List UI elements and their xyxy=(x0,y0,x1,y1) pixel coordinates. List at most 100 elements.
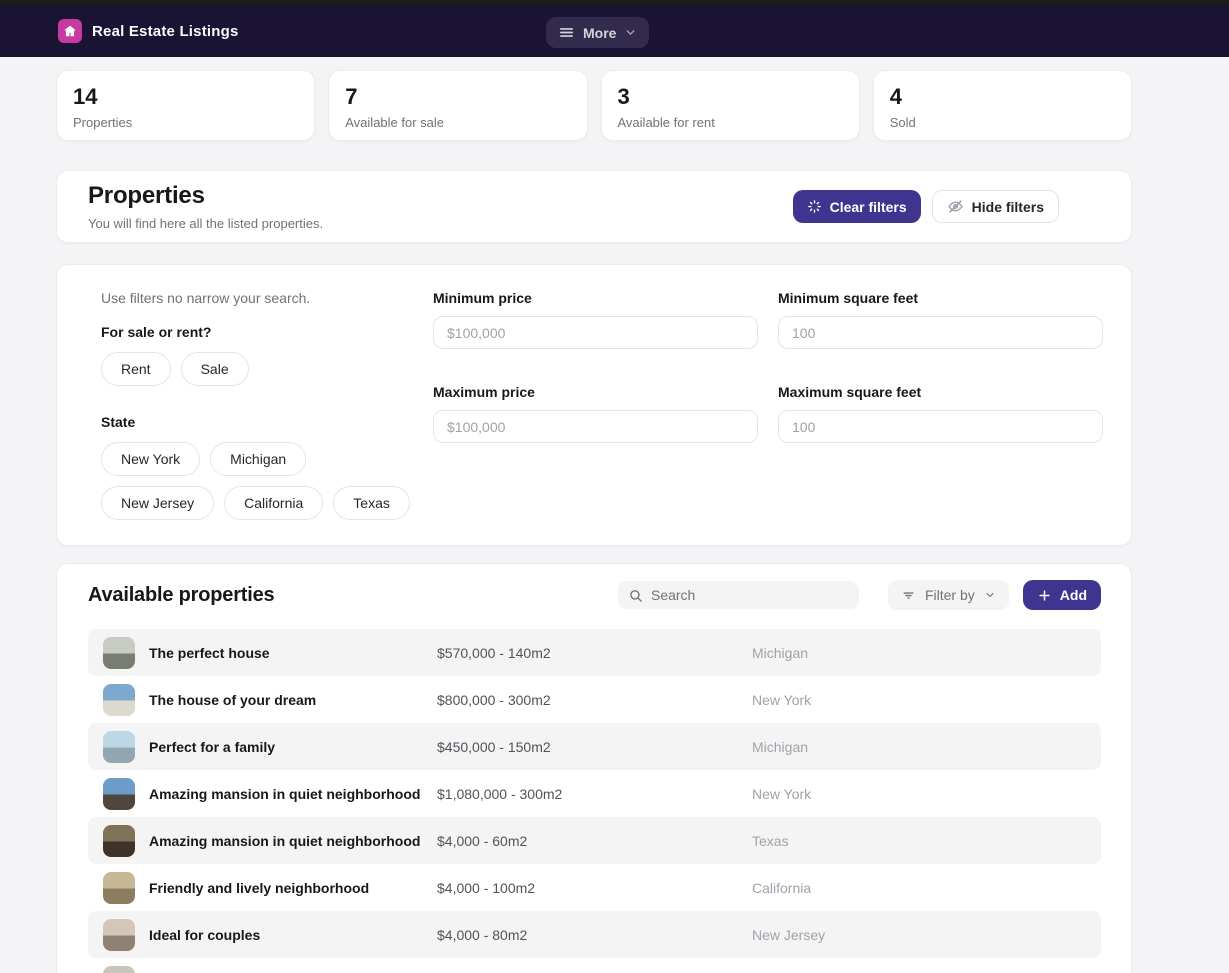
property-thumbnail xyxy=(103,825,135,857)
sale-or-rent-options: Rent Sale xyxy=(101,352,411,386)
property-thumbnail xyxy=(103,731,135,763)
filter-by-label: Filter by xyxy=(925,587,975,603)
table-row[interactable]: Friendly and lively neighborhood $4,000 … xyxy=(88,864,1101,911)
property-thumbnail xyxy=(103,872,135,904)
property-price: $4,000 - 80m2 xyxy=(437,927,752,943)
property-state: New York xyxy=(752,692,1101,708)
maximum-price-field: Maximum price xyxy=(433,384,758,443)
filter-pill-rent[interactable]: Rent xyxy=(101,352,171,386)
stat-card-sold: 4 Sold xyxy=(873,70,1132,141)
maximum-price-input[interactable] xyxy=(433,410,758,443)
property-thumbnail xyxy=(103,684,135,716)
maximum-price-label: Maximum price xyxy=(433,384,758,400)
more-button-label: More xyxy=(583,25,616,41)
minimum-sqft-label: Minimum square feet xyxy=(778,290,1103,306)
property-price: $4,000 - 60m2 xyxy=(437,833,752,849)
filter-pill-michigan[interactable]: Michigan xyxy=(210,442,306,476)
minimum-price-label: Minimum price xyxy=(433,290,758,306)
page-title: Properties xyxy=(88,182,323,210)
properties-panel: Properties You will find here all the li… xyxy=(56,170,1132,243)
filters-price-column: Minimum price Maximum price xyxy=(433,290,778,545)
filters-sqft-column: Minimum square feet Maximum square feet xyxy=(778,290,1103,545)
property-name: Amazing mansion in quiet neighborhood xyxy=(149,786,420,802)
app-logo xyxy=(58,19,82,43)
state-label: State xyxy=(101,414,433,430)
stats-row: 14 Properties 7 Available for sale 3 Ava… xyxy=(56,70,1132,141)
hamburger-menu-icon xyxy=(558,24,575,41)
filter-pill-new-york[interactable]: New York xyxy=(101,442,200,476)
chevron-down-icon xyxy=(624,26,637,39)
page-subtitle: You will find here all the listed proper… xyxy=(88,216,323,231)
table-row[interactable]: Amazing mansion in quiet neighborhood $1… xyxy=(88,770,1101,817)
property-name: Ideal for couples xyxy=(149,927,260,943)
maximum-sqft-input[interactable] xyxy=(778,410,1103,443)
app-header: Real Estate Listings More xyxy=(0,5,1229,57)
stat-value: 7 xyxy=(345,84,570,110)
filter-by-button[interactable]: Filter by xyxy=(888,580,1009,610)
stat-label: Available for rent xyxy=(618,115,843,130)
add-button-label: Add xyxy=(1060,587,1087,603)
available-properties-card: Available properties Filter by xyxy=(56,563,1132,973)
stat-label: Sold xyxy=(890,115,1115,130)
app-title: Real Estate Listings xyxy=(92,23,239,40)
maximum-sqft-label: Maximum square feet xyxy=(778,384,1103,400)
more-button[interactable]: More xyxy=(546,17,649,48)
stat-card-for-rent: 3 Available for rent xyxy=(601,70,860,141)
table-row[interactable] xyxy=(88,958,1101,973)
table-row[interactable]: The house of your dream $800,000 - 300m2… xyxy=(88,676,1101,723)
property-price: $4,000 - 100m2 xyxy=(437,880,752,896)
search-box xyxy=(618,581,859,609)
panel-actions: Clear filters Hide filters xyxy=(793,190,1059,223)
state-options: New York Michigan New Jersey California … xyxy=(101,442,411,520)
minimum-price-input[interactable] xyxy=(433,316,758,349)
property-thumbnail xyxy=(103,919,135,951)
sparkle-icon xyxy=(807,199,822,214)
available-header: Available properties Filter by xyxy=(88,580,1101,610)
table-row[interactable]: Perfect for a family $450,000 - 150m2 Mi… xyxy=(88,723,1101,770)
minimum-sqft-input[interactable] xyxy=(778,316,1103,349)
stat-label: Properties xyxy=(73,115,298,130)
house-logo-icon xyxy=(63,24,77,38)
filters-left-column: Use filters no narrow your search. For s… xyxy=(101,290,433,545)
stat-value: 4 xyxy=(890,84,1115,110)
properties-panel-text: Properties You will find here all the li… xyxy=(88,182,323,231)
filters-hint: Use filters no narrow your search. xyxy=(101,290,433,306)
property-name: Friendly and lively neighborhood xyxy=(149,880,369,896)
table-row[interactable]: Ideal for couples $4,000 - 80m2 New Jers… xyxy=(88,911,1101,958)
minimum-sqft-field: Minimum square feet xyxy=(778,290,1103,349)
hide-filters-label: Hide filters xyxy=(972,199,1044,215)
maximum-sqft-field: Maximum square feet xyxy=(778,384,1103,443)
filters-card: Use filters no narrow your search. For s… xyxy=(56,264,1132,546)
property-name: The house of your dream xyxy=(149,692,316,708)
table-row[interactable]: The perfect house $570,000 - 140m2 Michi… xyxy=(88,629,1101,676)
property-price: $1,080,000 - 300m2 xyxy=(437,786,752,802)
sale-or-rent-label: For sale or rent? xyxy=(101,324,433,340)
property-name: Amazing mansion in quiet neighborhood xyxy=(149,833,420,849)
property-thumbnail xyxy=(103,637,135,669)
table-row[interactable]: Amazing mansion in quiet neighborhood $4… xyxy=(88,817,1101,864)
stat-value: 14 xyxy=(73,84,298,110)
stat-value: 3 xyxy=(618,84,843,110)
filter-pill-texas[interactable]: Texas xyxy=(333,486,410,520)
chevron-down-icon xyxy=(984,589,996,601)
clear-filters-button[interactable]: Clear filters xyxy=(793,190,921,223)
clear-filters-label: Clear filters xyxy=(830,199,907,215)
filter-pill-new-jersey[interactable]: New Jersey xyxy=(101,486,214,520)
filter-pill-california[interactable]: California xyxy=(224,486,323,520)
search-input[interactable] xyxy=(651,587,849,603)
property-state: New York xyxy=(752,786,1101,802)
filter-pill-sale[interactable]: Sale xyxy=(181,352,249,386)
stat-label: Available for sale xyxy=(345,115,570,130)
available-title: Available properties xyxy=(88,584,274,607)
filter-lines-icon xyxy=(901,588,916,603)
property-name: The perfect house xyxy=(149,645,270,661)
stat-card-properties: 14 Properties xyxy=(56,70,315,141)
property-thumbnail xyxy=(103,778,135,810)
property-state: New Jersey xyxy=(752,927,1101,943)
add-button[interactable]: Add xyxy=(1023,580,1101,610)
available-controls: Filter by Add xyxy=(618,580,1101,610)
property-state: California xyxy=(752,880,1101,896)
property-price: $800,000 - 300m2 xyxy=(437,692,752,708)
hide-filters-button[interactable]: Hide filters xyxy=(932,190,1059,223)
stat-card-for-sale: 7 Available for sale xyxy=(328,70,587,141)
